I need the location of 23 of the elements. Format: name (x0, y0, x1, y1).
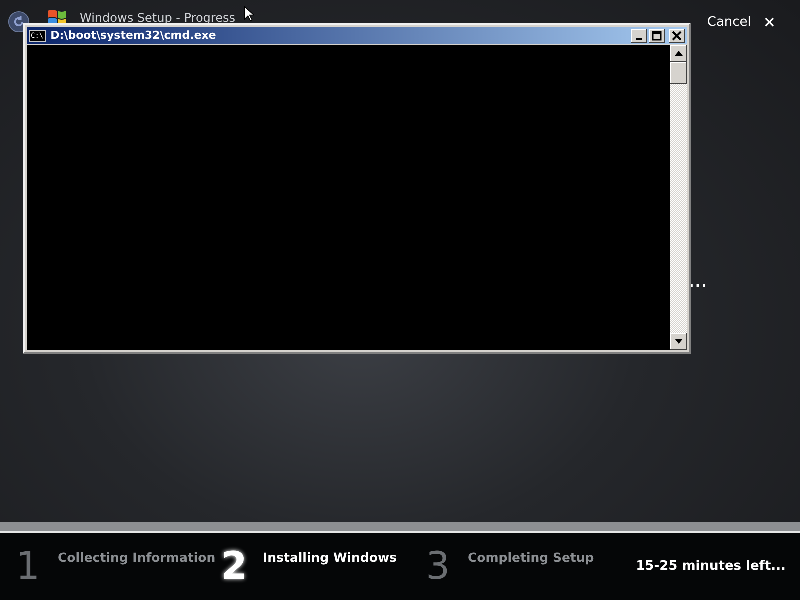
scroll-thumb[interactable] (670, 62, 687, 84)
step-label: Installing Windows (263, 550, 397, 565)
mouse-cursor-icon (244, 6, 254, 22)
step-label: Completing Setup (468, 550, 594, 565)
maximize-icon (652, 30, 662, 40)
scroll-up-button[interactable] (670, 45, 687, 62)
scrollbar[interactable] (670, 45, 687, 350)
console-title: D:\boot\system32\cmd.exe (50, 29, 216, 42)
step-number: 1 (16, 547, 42, 585)
cancel-button[interactable]: Cancel × (707, 13, 776, 31)
minimize-button[interactable] (631, 28, 647, 42)
down-arrow-icon (674, 339, 682, 344)
time-remaining: 15-25 minutes left... (636, 559, 786, 574)
close-button[interactable] (669, 28, 685, 42)
close-icon (672, 30, 682, 40)
step-number: 2 (221, 547, 248, 585)
window-title: Windows Setup - Progress (80, 12, 236, 24)
step-number: 3 (426, 547, 452, 585)
minimize-icon (636, 38, 642, 40)
up-arrow-icon (674, 51, 682, 56)
maximize-button[interactable] (649, 28, 665, 42)
scroll-down-button[interactable] (670, 333, 687, 350)
step-label: Collecting Information (58, 550, 216, 565)
